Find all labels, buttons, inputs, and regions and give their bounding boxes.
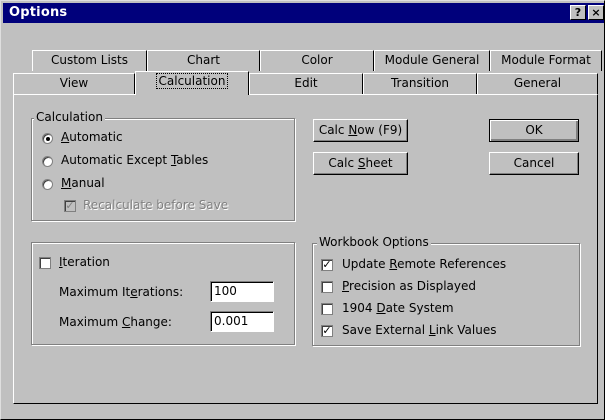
- window-title: Options: [9, 5, 68, 20]
- workbook-options-legend: Workbook Options: [317, 235, 431, 249]
- close-button[interactable]: ×: [588, 5, 604, 20]
- save-external-link-values-label[interactable]: Save External Link Values: [342, 323, 496, 337]
- date-system-1904-checkbox[interactable]: [321, 303, 333, 315]
- iteration-label[interactable]: Iteration: [59, 255, 110, 269]
- tab-transition[interactable]: Transition: [363, 73, 477, 94]
- options-dialog: Options ? × Custom Lists Chart Color Mod…: [0, 0, 605, 420]
- cancel-button[interactable]: Cancel: [489, 152, 579, 175]
- recalculate-before-save-label: Recalculate before Save: [83, 198, 229, 212]
- tab-module-general[interactable]: Module General: [374, 50, 490, 71]
- manual-label[interactable]: Manual: [61, 176, 105, 190]
- help-button[interactable]: ?: [570, 5, 586, 20]
- automatic-except-tables-radio[interactable]: [42, 156, 53, 167]
- tab-module-format[interactable]: Module Format: [490, 50, 602, 71]
- tab-general[interactable]: General: [477, 73, 598, 94]
- update-remote-references-checkbox[interactable]: ✓: [321, 259, 333, 271]
- iteration-checkbox[interactable]: [39, 257, 51, 269]
- title-bar[interactable]: Options ? ×: [3, 3, 604, 23]
- tab-calculation[interactable]: Calculation: [135, 71, 249, 95]
- save-external-link-values-checkbox[interactable]: ✓: [321, 325, 333, 337]
- tab-view[interactable]: View: [13, 73, 135, 94]
- recalculate-before-save-checkbox: ✓: [64, 199, 76, 212]
- max-iterations-input[interactable]: 100: [210, 281, 274, 302]
- tab-chart[interactable]: Chart: [147, 50, 260, 71]
- max-iterations-label: Maximum Iterations:: [59, 285, 184, 299]
- calc-sheet-button[interactable]: Calc Sheet: [313, 152, 408, 175]
- tab-custom-lists[interactable]: Custom Lists: [32, 50, 147, 71]
- automatic-label[interactable]: Automatic: [61, 130, 123, 144]
- calculation-legend: Calculation: [34, 110, 105, 124]
- max-change-label: Maximum Change:: [59, 315, 172, 329]
- automatic-radio[interactable]: [42, 133, 53, 144]
- automatic-except-tables-label[interactable]: Automatic Except Tables: [61, 153, 208, 167]
- tab-edit[interactable]: Edit: [249, 73, 363, 94]
- tab-color[interactable]: Color: [260, 50, 374, 71]
- date-system-1904-label[interactable]: 1904 Date System: [342, 301, 454, 315]
- manual-radio[interactable]: [42, 179, 53, 190]
- ok-button[interactable]: OK: [489, 119, 579, 142]
- max-change-input[interactable]: 0.001: [210, 311, 274, 332]
- calc-now-button[interactable]: Calc Now (F9): [313, 119, 408, 142]
- update-remote-references-label[interactable]: Update Remote References: [342, 257, 506, 271]
- precision-as-displayed-checkbox[interactable]: [321, 281, 333, 293]
- precision-as-displayed-label[interactable]: Precision as Displayed: [342, 279, 476, 293]
